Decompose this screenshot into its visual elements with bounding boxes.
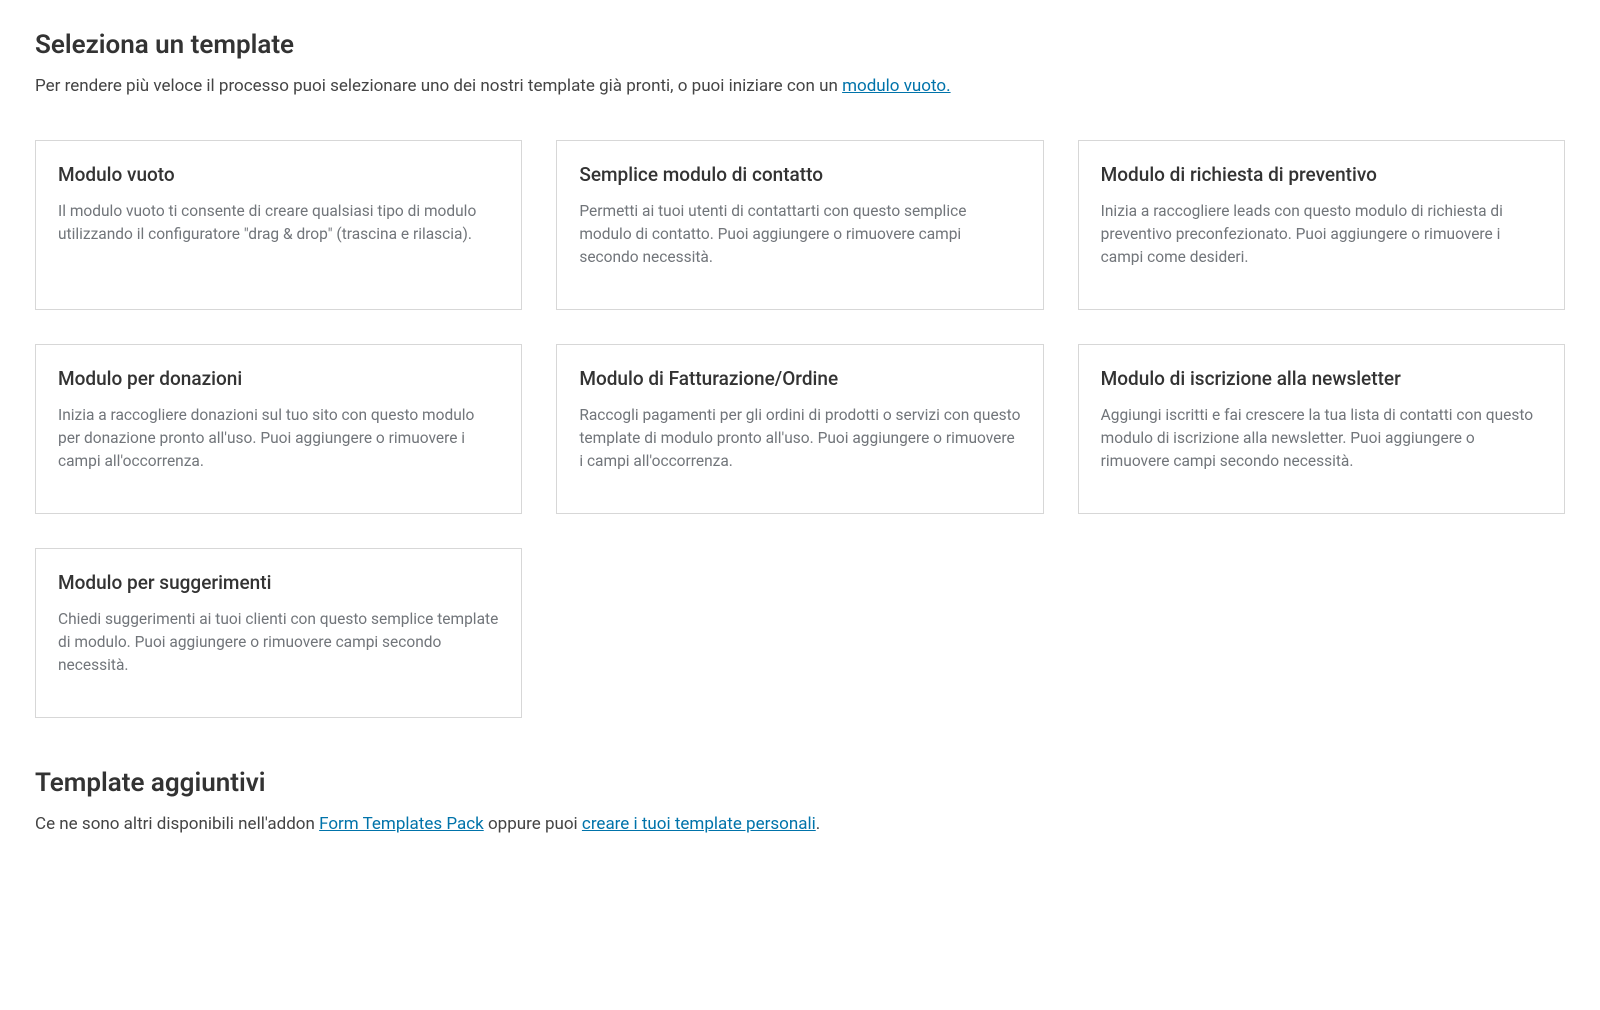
description-text: Per rendere più veloce il processo puoi … <box>35 76 842 96</box>
description-text-pre: Ce ne sono altri disponibili nell'addon <box>35 814 319 834</box>
blank-form-link[interactable]: modulo vuoto. <box>842 76 950 96</box>
template-card-title: Modulo per suggerimenti <box>58 571 499 594</box>
create-custom-templates-link[interactable]: creare i tuoi template personali <box>582 814 816 834</box>
template-card-newsletter[interactable]: Modulo di iscrizione alla newsletter Agg… <box>1078 344 1565 514</box>
template-card-billing[interactable]: Modulo di Fatturazione/Ordine Raccogli p… <box>556 344 1043 514</box>
template-card-title: Semplice modulo di contatto <box>579 163 1020 186</box>
template-card-donation[interactable]: Modulo per donazioni Inizia a raccoglier… <box>35 344 522 514</box>
template-card-description: Inizia a raccogliere leads con questo mo… <box>1101 200 1542 270</box>
description-text-mid: oppure puoi <box>484 814 582 834</box>
template-card-contact[interactable]: Semplice modulo di contatto Permetti ai … <box>556 140 1043 310</box>
template-card-description: Inizia a raccogliere donazioni sul tuo s… <box>58 404 499 474</box>
description-text-post: . <box>816 814 820 834</box>
additional-templates-description: Ce ne sono altri disponibili nell'addon … <box>35 812 1565 838</box>
template-card-blank[interactable]: Modulo vuoto Il modulo vuoto ti consente… <box>35 140 522 310</box>
template-card-title: Modulo di Fatturazione/Ordine <box>579 367 1020 390</box>
additional-templates-title: Template aggiuntivi <box>35 768 1565 798</box>
page-description: Per rendere più veloce il processo puoi … <box>35 74 1565 100</box>
template-card-title: Modulo per donazioni <box>58 367 499 390</box>
template-grid: Modulo vuoto Il modulo vuoto ti consente… <box>35 140 1565 718</box>
template-card-title: Modulo vuoto <box>58 163 499 186</box>
page-title: Seleziona un template <box>35 30 1565 60</box>
template-card-title: Modulo di richiesta di preventivo <box>1101 163 1542 186</box>
template-card-description: Raccogli pagamenti per gli ordini di pro… <box>579 404 1020 474</box>
form-templates-pack-link[interactable]: Form Templates Pack <box>319 814 484 834</box>
template-card-description: Chiedi suggerimenti ai tuoi clienti con … <box>58 608 499 678</box>
template-card-quote[interactable]: Modulo di richiesta di preventivo Inizia… <box>1078 140 1565 310</box>
template-card-title: Modulo di iscrizione alla newsletter <box>1101 367 1542 390</box>
template-card-description: Il modulo vuoto ti consente di creare qu… <box>58 200 499 247</box>
template-card-suggestions[interactable]: Modulo per suggerimenti Chiedi suggerime… <box>35 548 522 718</box>
template-card-description: Permetti ai tuoi utenti di contattarti c… <box>579 200 1020 270</box>
template-card-description: Aggiungi iscritti e fai crescere la tua … <box>1101 404 1542 474</box>
